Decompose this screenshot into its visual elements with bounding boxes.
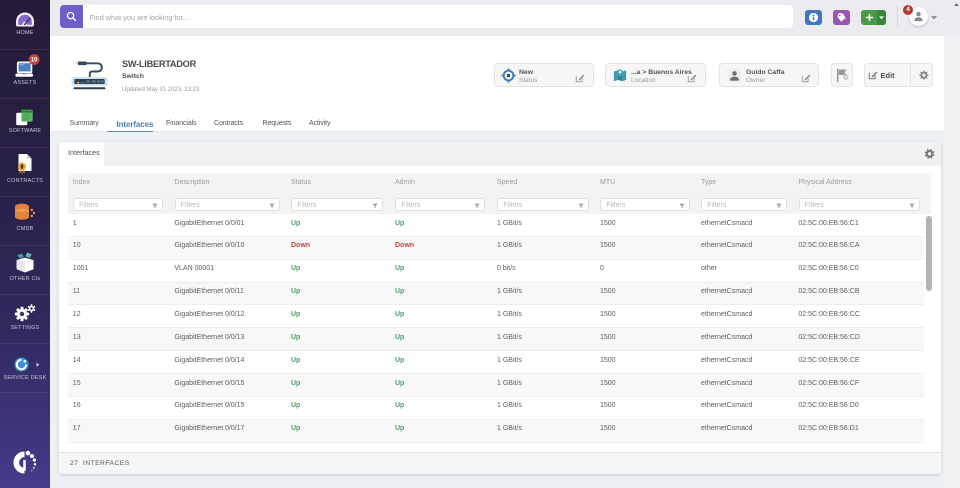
svg-text:10: 10 <box>31 58 38 64</box>
